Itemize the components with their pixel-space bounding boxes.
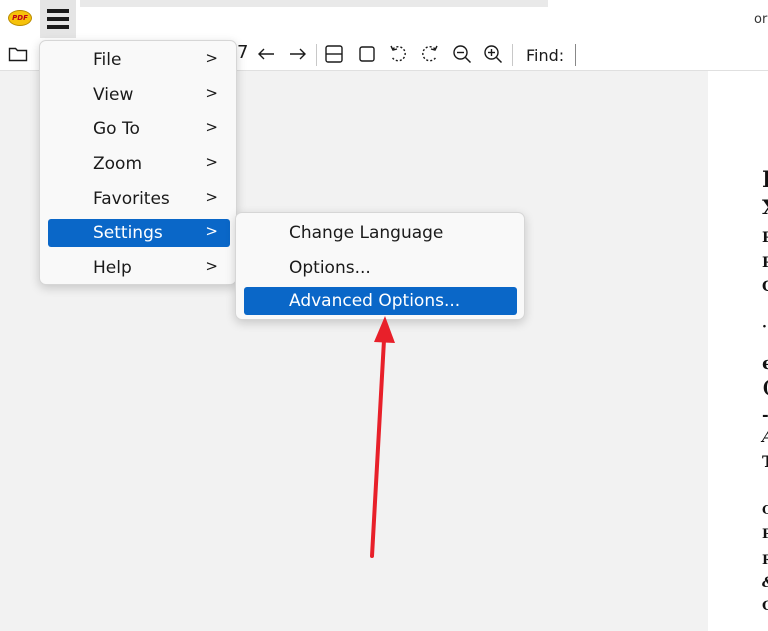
annotation-arrow	[370, 316, 395, 558]
annotation-arrow-head	[374, 316, 395, 343]
annotation-arrow-shaft	[370, 338, 386, 558]
